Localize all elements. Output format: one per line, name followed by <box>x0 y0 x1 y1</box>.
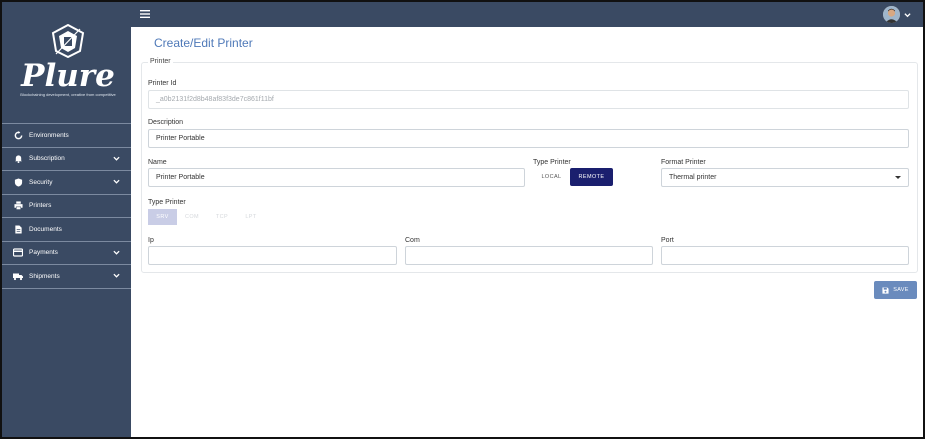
name-label: Name <box>148 159 167 166</box>
ip-field[interactable] <box>148 246 397 265</box>
save-button[interactable]: SAVE <box>874 281 917 299</box>
chevron-down-icon[interactable] <box>904 12 911 18</box>
printer-id-label: Printer Id <box>148 80 177 87</box>
name-field[interactable]: Printer Portable <box>148 168 525 187</box>
com-label: Com <box>405 237 420 244</box>
connection-type-toggle: SRV COM TCP LPT <box>148 209 265 225</box>
description-label: Description <box>148 119 184 126</box>
sidebar-item-printers[interactable]: Printers <box>2 195 131 218</box>
shield-icon <box>13 177 23 187</box>
truck-icon <box>13 271 23 281</box>
sidebar-item-label: Shipments <box>29 272 60 280</box>
chevron-down-icon <box>113 250 120 255</box>
chevron-down-icon <box>113 273 120 278</box>
sidebar-item-security[interactable]: Security <box>2 171 131 195</box>
printer-icon <box>13 201 23 211</box>
srv-option-button[interactable]: SRV <box>148 209 177 225</box>
lpt-option-button[interactable]: LPT <box>237 209 265 225</box>
sidebar-item-label: Documents <box>29 225 62 233</box>
local-option-button[interactable]: LOCAL <box>533 168 570 186</box>
sidebar-nav: Environments Subscription Security Print… <box>2 123 131 289</box>
ip-label: Ip <box>148 237 154 244</box>
document-icon <box>13 224 23 234</box>
sidebar-item-payments[interactable]: Payments <box>2 242 131 265</box>
bell-icon <box>13 154 23 164</box>
section-legend: Printer <box>148 58 173 65</box>
sidebar-item-label: Security <box>29 178 53 186</box>
sidebar-item-subscription[interactable]: Subscription <box>2 148 131 171</box>
top-bar <box>131 2 923 27</box>
sync-icon <box>13 130 23 140</box>
app-window: Plure Blockchaining development, creativ… <box>0 0 925 439</box>
sidebar: Plure Blockchaining development, creativ… <box>2 2 131 437</box>
sidebar-item-documents[interactable]: Documents <box>2 218 131 242</box>
chevron-down-icon <box>113 179 120 184</box>
port-field[interactable] <box>661 246 909 265</box>
type-printer-toggle: LOCAL REMOTE <box>533 168 613 186</box>
format-printer-value: Thermal printer <box>669 174 717 181</box>
sidebar-item-label: Printers <box>29 202 52 210</box>
format-printer-label: Format Printer <box>661 159 706 166</box>
page-title: Create/Edit Printer <box>154 36 253 50</box>
logo-emblem-icon <box>51 24 85 58</box>
credit-card-icon <box>13 248 23 258</box>
logo-tagline: Blockchaining development, creative from… <box>20 92 116 97</box>
sidebar-item-environments[interactable]: Environments <box>2 124 131 148</box>
com-option-button[interactable]: COM <box>177 209 207 225</box>
description-field[interactable]: Printer Portable <box>148 129 909 148</box>
type-printer-label: Type Printer <box>533 159 571 166</box>
type-printer-connection-label: Type Printer <box>148 199 186 206</box>
printer-id-field: _a0b2131f2d8b48af83f3de7c861f11bf <box>148 90 909 109</box>
com-field[interactable] <box>405 246 653 265</box>
port-label: Port <box>661 237 674 244</box>
logo-text: Plure <box>21 58 115 94</box>
sidebar-item-label: Environments <box>29 131 69 139</box>
logo: Plure Blockchaining development, creativ… <box>12 22 124 107</box>
user-avatar-icon <box>883 6 900 23</box>
remote-option-button[interactable]: REMOTE <box>570 168 613 186</box>
hamburger-menu-icon[interactable] <box>140 10 150 18</box>
sidebar-item-shipments[interactable]: Shipments <box>2 265 131 289</box>
save-button-label: SAVE <box>893 287 909 293</box>
chevron-down-icon <box>113 156 120 161</box>
user-avatar[interactable] <box>883 6 900 23</box>
sidebar-item-label: Payments <box>29 249 58 257</box>
save-icon <box>882 286 889 294</box>
dropdown-caret-icon <box>895 176 901 179</box>
sidebar-item-label: Subscription <box>29 155 65 163</box>
tcp-option-button[interactable]: TCP <box>207 209 237 225</box>
format-printer-select[interactable]: Thermal printer <box>661 168 909 187</box>
